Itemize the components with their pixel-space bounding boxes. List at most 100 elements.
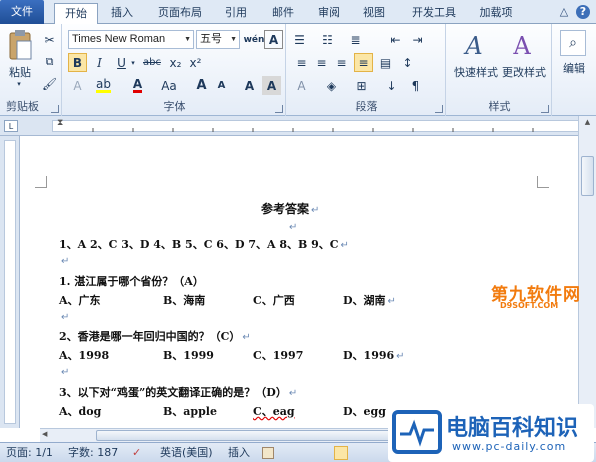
page-count[interactable]: 页面: 1/1 bbox=[6, 446, 53, 460]
minimize-ribbon-icon[interactable]: △ bbox=[556, 4, 572, 20]
option-text: B、apple bbox=[163, 405, 217, 418]
paste-icon[interactable] bbox=[4, 28, 36, 62]
question-2-text: 2、香港是哪一年回归中国的？（C） bbox=[59, 330, 241, 343]
site-watermark-sub: D9SOFT.COM bbox=[500, 301, 559, 310]
subscript-button[interactable]: x₂ bbox=[166, 53, 185, 72]
change-styles-button[interactable]: 更改样式 bbox=[500, 64, 548, 80]
styles-launcher-icon[interactable] bbox=[541, 105, 549, 113]
question-2: 2、香港是哪一年回归中国的？（C） ↵ bbox=[59, 330, 251, 343]
char-shading-icon[interactable]: A bbox=[262, 76, 281, 95]
border-icon[interactable]: ⊞ bbox=[352, 76, 371, 95]
tab-view[interactable]: 视图 bbox=[356, 3, 392, 24]
monitor-logo-icon bbox=[392, 410, 442, 454]
clipboard-group: 粘贴 ▾ ✂ ⧉ 🖌 剪贴板 bbox=[0, 24, 62, 116]
underline-dropdown-icon[interactable]: ▾ bbox=[128, 53, 138, 72]
scroll-thumb[interactable] bbox=[581, 156, 594, 196]
font-launcher-icon[interactable] bbox=[275, 105, 283, 113]
tab-selector-icon[interactable]: L bbox=[4, 120, 18, 132]
highlight-icon[interactable]: ab bbox=[94, 76, 113, 95]
tab-home[interactable]: 开始 bbox=[54, 3, 98, 25]
bold-button[interactable]: B bbox=[68, 53, 87, 72]
change-case-button[interactable]: Aa bbox=[156, 76, 182, 95]
decrease-indent-icon[interactable]: ⇤ bbox=[386, 30, 405, 49]
tab-file[interactable]: 文件 bbox=[0, 0, 44, 24]
paragraph-launcher-icon[interactable] bbox=[435, 105, 443, 113]
brand-watermark-url: www.pc-daily.com bbox=[452, 440, 567, 453]
print-layout-view-icon[interactable] bbox=[334, 446, 348, 460]
hscroll-thumb[interactable] bbox=[96, 430, 396, 441]
format-painter-icon[interactable]: 🖌 bbox=[40, 74, 59, 93]
paragraph-mark: ↵ bbox=[61, 256, 70, 267]
char-border-icon[interactable]: A bbox=[264, 30, 283, 49]
text-effects-icon[interactable]: A bbox=[68, 76, 87, 95]
ribbon-tab-bar: 文件 开始 插入 页面布局 引用 邮件 审阅 视图 开发工具 加载项 △ ? bbox=[0, 0, 596, 25]
tab-addins[interactable]: 加载项 bbox=[472, 3, 520, 24]
scroll-left-icon[interactable]: ◀ bbox=[42, 430, 52, 441]
tab-page-layout[interactable]: 页面布局 bbox=[150, 3, 210, 24]
paragraph-mark: ↵ bbox=[61, 367, 70, 378]
editing-button[interactable]: 编辑 bbox=[556, 60, 592, 76]
line-spacing-icon[interactable]: ↕ bbox=[398, 53, 417, 72]
italic-button[interactable]: I bbox=[90, 53, 109, 72]
font-color-icon[interactable]: A bbox=[128, 76, 147, 95]
copy-icon[interactable]: ⧉ bbox=[40, 52, 59, 71]
tab-review[interactable]: 审阅 bbox=[311, 3, 347, 24]
answer-key-line: 1、A 2、C 3、D 4、B 5、C 6、D 7、A 8、B 9、C ↵ bbox=[59, 238, 349, 251]
align-center-icon[interactable]: ≡ bbox=[312, 53, 331, 72]
justify-icon[interactable]: ≡ bbox=[354, 53, 373, 72]
horizontal-ruler: L ⧗ bbox=[0, 116, 596, 136]
shrink-font-button[interactable]: A bbox=[212, 76, 231, 95]
binoculars-icon[interactable]: ⌕ bbox=[560, 30, 586, 56]
multilevel-list-icon[interactable]: ≣ bbox=[346, 30, 365, 49]
quick-styles-button[interactable]: 快速样式 bbox=[452, 64, 500, 80]
strikethrough-button[interactable]: abc bbox=[140, 53, 164, 72]
word-count[interactable]: 字数: 187 bbox=[68, 446, 118, 460]
superscript-button[interactable]: x² bbox=[186, 53, 205, 72]
tab-mailings[interactable]: 邮件 bbox=[265, 3, 301, 24]
clear-format-icon[interactable]: wén bbox=[244, 30, 265, 49]
option-text: C、广西 bbox=[253, 294, 295, 307]
align-right-icon[interactable]: ≡ bbox=[332, 53, 351, 72]
show-marks-icon[interactable]: ¶ bbox=[406, 76, 425, 95]
font-size-select[interactable]: 五号 ▼ bbox=[196, 30, 240, 49]
ribbon: 粘贴 ▾ ✂ ⧉ 🖌 剪贴板 Times New Roman ▼ 五号 ▼ wén … bbox=[0, 24, 596, 116]
tab-developer[interactable]: 开发工具 bbox=[404, 3, 464, 24]
change-styles-icon[interactable]: A bbox=[502, 28, 542, 64]
increase-indent-icon[interactable]: ⇥ bbox=[408, 30, 427, 49]
paste-dropdown-icon[interactable]: ▾ bbox=[14, 80, 24, 88]
scroll-up-icon[interactable]: ▲ bbox=[581, 118, 594, 130]
sort-icon[interactable]: ↓ bbox=[382, 76, 401, 95]
bullets-icon[interactable]: ☰ bbox=[290, 30, 309, 49]
tab-insert[interactable]: 插入 bbox=[102, 3, 142, 24]
language-status[interactable]: 英语(美国) bbox=[160, 446, 213, 460]
align-left-icon[interactable]: ≡ bbox=[292, 53, 311, 72]
cut-icon[interactable]: ✂ bbox=[40, 30, 59, 49]
distributed-icon[interactable]: ▤ bbox=[376, 53, 395, 72]
option-text: C、1997 bbox=[253, 349, 304, 362]
option-text: D、1996 bbox=[343, 349, 395, 362]
font-name-value: Times New Roman bbox=[72, 33, 166, 45]
macro-record-icon[interactable] bbox=[262, 447, 274, 459]
option-text: D、湖南 bbox=[343, 294, 386, 307]
clipboard-launcher-icon[interactable] bbox=[51, 105, 59, 113]
vertical-scrollbar[interactable]: ▲ bbox=[578, 116, 596, 428]
indent-marker-icon[interactable]: ⧗ bbox=[57, 118, 63, 128]
asian-layout-icon[interactable]: A bbox=[292, 76, 311, 95]
question-3-text: 3、以下对“鸡蛋”的英文翻译正确的是？（D） bbox=[59, 386, 287, 399]
grow-font-button[interactable]: A bbox=[192, 76, 211, 95]
margin-corner bbox=[537, 176, 549, 188]
numbering-icon[interactable]: ☷ bbox=[318, 30, 337, 49]
proofing-icon[interactable]: ✓ bbox=[132, 446, 141, 460]
font-name-select[interactable]: Times New Roman ▼ bbox=[68, 30, 194, 49]
doc-title-text: 参考答案 bbox=[261, 202, 310, 216]
tab-references[interactable]: 引用 bbox=[218, 3, 254, 24]
option-line: A、dogB、appleC、eagD、egg↵ bbox=[59, 403, 396, 419]
option-text: D、egg bbox=[343, 405, 386, 418]
paste-button[interactable]: 粘贴 bbox=[2, 64, 38, 80]
quick-styles-icon[interactable]: A bbox=[454, 28, 494, 64]
phonetic-guide-icon[interactable]: A bbox=[240, 76, 259, 95]
option-text: A、广东 bbox=[59, 294, 101, 307]
help-icon[interactable]: ? bbox=[576, 5, 590, 19]
insert-mode[interactable]: 插入 bbox=[228, 446, 250, 460]
shading-icon[interactable]: ◈ bbox=[322, 76, 341, 95]
